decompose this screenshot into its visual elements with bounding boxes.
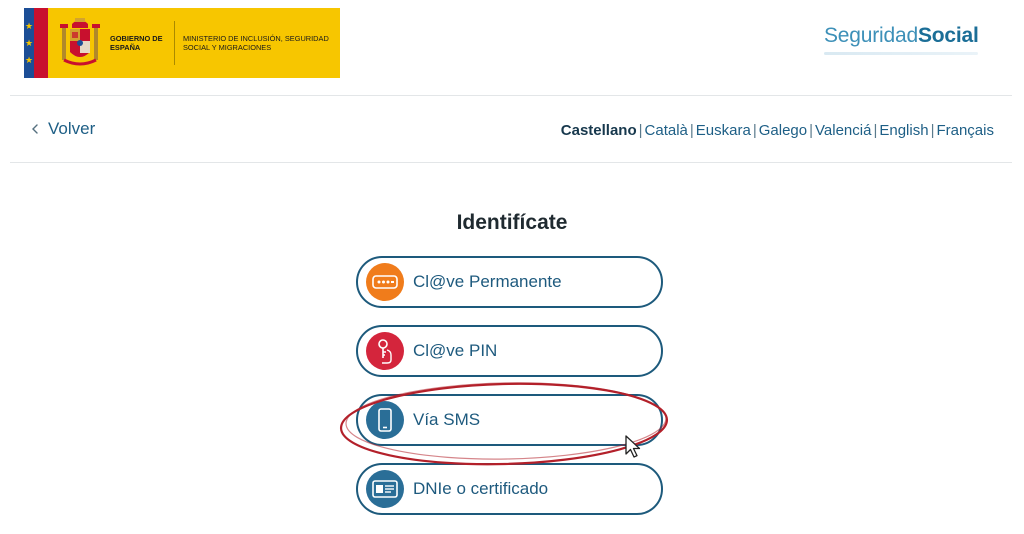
option-label: Cl@ve Permanente: [413, 272, 562, 291]
option-dnie-certificado-button[interactable]: DNIe o certificado: [356, 463, 663, 515]
site-header: ★ ★ ★ GOBIERNO DE ESPAÑA MINISTERIO DE I…: [0, 0, 1024, 95]
eu-flag-stripe: ★ ★ ★: [24, 8, 48, 78]
ministerio-text: MINISTERIO DE INCLUSIÓN, SEGURIDAD SOCIA…: [183, 34, 329, 52]
gobierno-de-espana-logo[interactable]: ★ ★ ★ GOBIERNO DE ESPAÑA MINISTERIO DE I…: [24, 8, 340, 78]
option-label: Cl@ve PIN: [413, 341, 498, 360]
lang-separator: |: [752, 122, 757, 139]
key-hand-icon: [366, 332, 404, 370]
page-title: Identifícate: [456, 211, 568, 234]
option-label: DNIe o certificado: [413, 479, 549, 498]
lang-valencia[interactable]: Valenciá: [815, 122, 871, 139]
brand-light-text: Seguridad: [824, 24, 918, 47]
gobierno-text: GOBIERNO DE ESPAÑA: [110, 34, 163, 52]
mobile-phone-icon: [366, 401, 404, 439]
logo-divider: [174, 21, 175, 65]
lang-english[interactable]: English: [879, 122, 928, 139]
chevron-left-icon: [32, 124, 38, 134]
lang-separator: |: [809, 122, 814, 139]
coat-of-arms-icon: [60, 18, 100, 66]
back-link[interactable]: Volver: [28, 119, 95, 139]
lang-castellano[interactable]: Castellano: [561, 122, 637, 139]
lang-francais[interactable]: Français: [936, 122, 994, 139]
option-clave-permanente-button[interactable]: Cl@ve Permanente: [356, 256, 663, 308]
lang-catala[interactable]: Català: [645, 122, 688, 139]
language-selector: Castellano | Català | Euskara | Galego |…: [561, 122, 994, 139]
brand-bold-text: Social: [917, 24, 979, 47]
lang-euskara[interactable]: Euskara: [696, 122, 751, 139]
brand-underline: [824, 52, 978, 55]
lang-galego[interactable]: Galego: [759, 122, 807, 139]
lang-separator: |: [689, 122, 694, 139]
seguridad-social-logo[interactable]: SeguridadSocial: [824, 24, 979, 48]
lang-separator: |: [873, 122, 878, 139]
password-field-icon: [366, 263, 404, 301]
back-label: Volver: [48, 119, 96, 138]
id-card-icon: [366, 470, 404, 508]
nav-divider: [10, 162, 1012, 163]
lang-separator: |: [638, 122, 643, 139]
header-divider: [10, 95, 1012, 96]
option-clave-pin-button[interactable]: Cl@ve PIN: [356, 325, 663, 377]
lang-separator: |: [930, 122, 935, 139]
option-label: Vía SMS: [413, 410, 481, 429]
option-via-sms-button[interactable]: Vía SMS: [356, 394, 663, 446]
